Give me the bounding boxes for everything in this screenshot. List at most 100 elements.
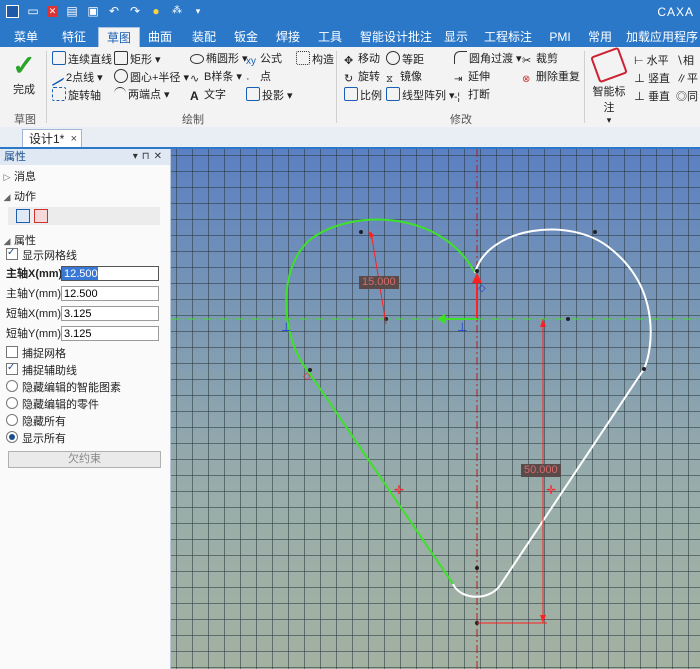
radio-show-all[interactable]: 显示所有 bbox=[6, 431, 66, 447]
perpendicular-icon: ⊥ bbox=[634, 91, 649, 103]
snap-aux-line-checkbox[interactable]: 捕捉辅助线 bbox=[6, 360, 77, 379]
scale-icon bbox=[344, 87, 358, 101]
major-axis-y-field: 主轴Y(mm) bbox=[6, 285, 164, 303]
save-icon[interactable]: ▣ bbox=[86, 4, 100, 18]
close-icon[interactable]: × bbox=[71, 130, 77, 148]
two-points-arc-button[interactable]: 两端点 ▾ bbox=[114, 87, 170, 104]
height-dimension-label[interactable]: 50.000 bbox=[521, 464, 561, 477]
property-panel: 属性 ▾⊓✕ ▷消息 ◢动作 ◢属性 显示网格线 主轴X(mm) 主轴Y(mm)… bbox=[0, 149, 171, 669]
two-point-line-button[interactable]: 2点线 ▾ bbox=[52, 65, 103, 87]
parallel-icon: ∥ bbox=[676, 73, 687, 85]
minor-axis-y-input[interactable] bbox=[61, 326, 159, 341]
delete-duplicate-button[interactable]: ⊗ 删除重复 bbox=[522, 69, 580, 86]
rectangle-button[interactable]: 矩形 ▾ bbox=[114, 51, 161, 68]
tab-sheetmetal[interactable]: 钣金 bbox=[228, 27, 264, 47]
radio-unselected bbox=[6, 397, 18, 409]
radio-hide-edited-part[interactable]: 隐藏编辑的零件 bbox=[6, 397, 99, 413]
tab-engineering-annotation[interactable]: 工程标注 bbox=[480, 27, 536, 47]
redo-icon[interactable]: ↷ bbox=[128, 4, 142, 18]
radius-dimension-label[interactable]: 15.000 bbox=[359, 276, 399, 289]
finish-label: 完成 bbox=[13, 84, 35, 96]
tab-surface[interactable]: 曲面 bbox=[142, 27, 178, 47]
tab-assembly[interactable]: 装配 bbox=[186, 27, 222, 47]
break-icon: -¦ bbox=[454, 92, 460, 103]
close-icon[interactable]: ✕ bbox=[154, 151, 166, 162]
dropdown-icon[interactable]: ▾ bbox=[191, 4, 205, 18]
panel-menu-icon[interactable]: ▾ bbox=[133, 151, 142, 162]
scale-button[interactable]: 比例 bbox=[344, 87, 382, 104]
show-grid-checkbox[interactable]: 显示网格线 bbox=[6, 245, 77, 264]
tab-display[interactable]: 显示 bbox=[440, 27, 472, 47]
grid-settings-icon[interactable] bbox=[34, 209, 48, 223]
spline-icon: ∿ bbox=[190, 73, 200, 85]
undo-icon[interactable]: ↶ bbox=[107, 4, 121, 18]
tab-common[interactable]: 常用 bbox=[584, 27, 616, 47]
extend-button[interactable]: ⇥ 延伸 bbox=[454, 69, 490, 86]
circle-icon bbox=[114, 69, 128, 83]
settings-icon[interactable]: ⁂ bbox=[170, 4, 184, 18]
control-point bbox=[475, 269, 479, 273]
construct-button[interactable]: 构造 bbox=[296, 51, 334, 68]
pin-icon[interactable]: ⊓ bbox=[142, 151, 154, 162]
center-radius-button[interactable]: 圆心+半径 ▾ bbox=[114, 69, 189, 86]
tab-smart-annotation[interactable]: 智能设计批注 bbox=[356, 27, 436, 47]
trim-button[interactable]: ✂ 裁剪 bbox=[522, 51, 558, 68]
offset-button[interactable]: 等距 bbox=[386, 51, 424, 68]
radio-hide-smart-elements[interactable]: 隐藏编辑的智能图素 bbox=[6, 380, 121, 396]
tab-load-apps[interactable]: 加载应用程序 bbox=[624, 27, 700, 47]
section-message[interactable]: ▷ 消息 bbox=[0, 169, 170, 185]
projection-button[interactable]: 投影 ▾ bbox=[246, 87, 293, 104]
dimension-arrow bbox=[540, 615, 546, 623]
parallel-constraint-button[interactable]: ∥平 bbox=[676, 71, 698, 88]
document-tab[interactable]: 设计1* × bbox=[22, 129, 82, 147]
sketch-canvas[interactable]: ⊥ ⊥ ✛ ✛ ◇ ◇ 15.000 50.000 bbox=[171, 149, 700, 669]
tab-menu[interactable]: 菜单 bbox=[4, 27, 48, 47]
section-properties[interactable]: ◢ 属性 bbox=[0, 233, 170, 249]
text-button[interactable]: A 文字 bbox=[190, 87, 226, 104]
close-file-icon[interactable]: ✕ bbox=[47, 5, 58, 17]
under-constrained-button[interactable]: 欠约束 bbox=[8, 451, 161, 468]
tab-welding[interactable]: 焊接 bbox=[270, 27, 306, 47]
rotate-icon: ↻ bbox=[344, 73, 354, 85]
move-button[interactable]: ✥ 移动 bbox=[344, 51, 380, 68]
tangent-constraint-button[interactable]: ∖相 bbox=[676, 53, 694, 70]
radio-hide-all[interactable]: 隐藏所有 bbox=[6, 414, 66, 430]
concentric-constraint-button[interactable]: ◎同 bbox=[676, 89, 698, 106]
polyline-button[interactable]: 连续直线 bbox=[52, 51, 112, 68]
horizontal-constraint-button[interactable]: ⊢ 水平 bbox=[634, 53, 669, 70]
open-folder-icon[interactable]: ▤ bbox=[65, 4, 79, 18]
edit-sketch-icon[interactable] bbox=[16, 209, 30, 223]
rotate-axis-button[interactable]: 旋转轴 bbox=[52, 87, 101, 104]
mirror-button[interactable]: ⧖ 镜像 bbox=[386, 69, 422, 86]
minor-axis-x-field: 短轴X(mm) bbox=[6, 305, 164, 323]
vertical-icon: ⊥ bbox=[634, 73, 649, 85]
major-axis-x-input[interactable] bbox=[61, 266, 159, 281]
tab-feature[interactable]: 特征 bbox=[52, 27, 96, 47]
vertical-constraint-button[interactable]: ⊥ 竖直 bbox=[634, 71, 670, 88]
formula-button[interactable]: xy 公式 bbox=[246, 51, 282, 68]
fillet-button[interactable]: 圆角过渡 ▾ bbox=[454, 51, 522, 68]
ellipse-button[interactable]: 椭圆形 ▾ bbox=[190, 51, 248, 68]
smart-dimension-button[interactable]: 智能标注 ▾ bbox=[588, 46, 630, 125]
major-axis-y-input[interactable] bbox=[61, 286, 159, 301]
app-logo-icon[interactable] bbox=[6, 4, 19, 18]
checkbox-checked bbox=[6, 360, 18, 376]
radio-selected bbox=[6, 431, 18, 443]
finish-button[interactable]: ✓ 完成 bbox=[6, 51, 42, 101]
tab-tools[interactable]: 工具 bbox=[312, 27, 348, 47]
perpendicular-constraint-icon: ⊥ bbox=[457, 320, 467, 334]
minor-axis-x-input[interactable] bbox=[61, 306, 159, 321]
design-wizard-icon[interactable]: ● bbox=[149, 4, 163, 18]
rotate-button[interactable]: ↻ 旋转 bbox=[344, 69, 380, 86]
break-button[interactable]: -¦ 打断 bbox=[454, 87, 490, 104]
control-point bbox=[593, 230, 597, 234]
new-file-icon[interactable]: ▭ bbox=[26, 4, 40, 18]
control-point bbox=[642, 367, 646, 371]
bspline-button[interactable]: ∿ B样条 ▾ bbox=[190, 69, 242, 86]
tab-pmi[interactable]: PMI bbox=[544, 27, 576, 47]
linear-array-button[interactable]: 线型阵列 ▾ bbox=[386, 87, 455, 104]
section-action[interactable]: ◢ 动作 bbox=[0, 189, 170, 205]
perpendicular-constraint-button[interactable]: ⊥ 垂直 bbox=[634, 89, 670, 106]
tab-sketch[interactable]: 草图 bbox=[98, 27, 140, 48]
point-button[interactable]: · 点 bbox=[246, 69, 271, 86]
